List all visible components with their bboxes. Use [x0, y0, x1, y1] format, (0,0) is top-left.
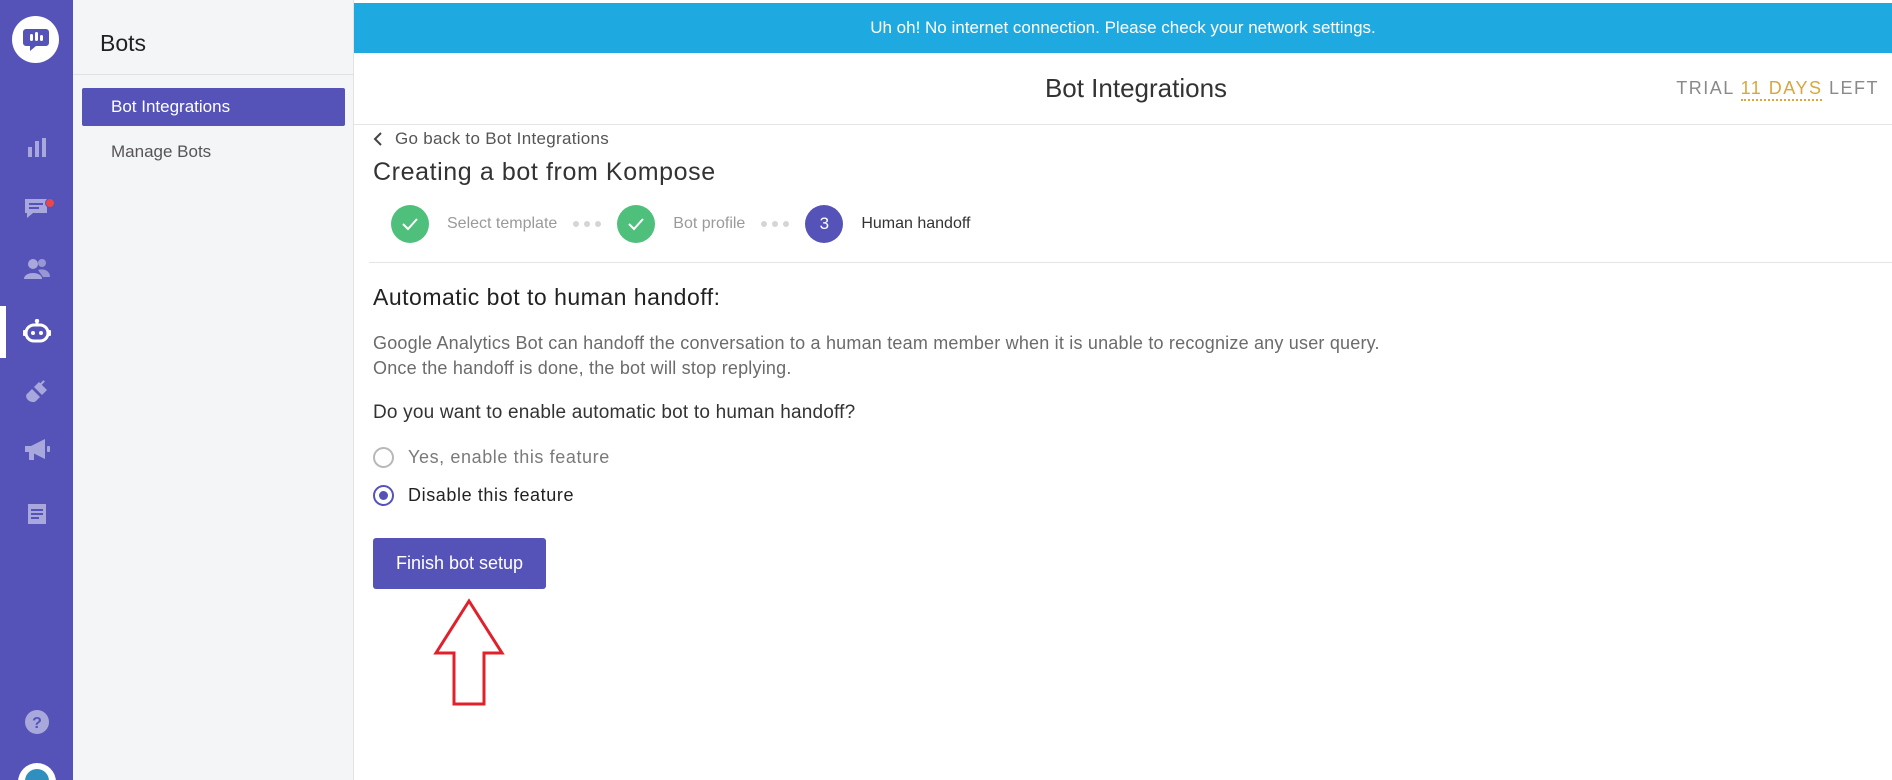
trial-suffix: LEFT — [1828, 78, 1879, 98]
offline-banner-text: Uh oh! No internet connection. Please ch… — [870, 18, 1376, 37]
chat-logo-icon[interactable] — [12, 16, 59, 63]
step-2-check-icon — [617, 205, 656, 243]
help-icon[interactable]: ? — [0, 696, 73, 748]
page-header: Bot Integrations TRIAL 11 DAYS LEFT — [354, 53, 1892, 125]
back-link-label: Go back to Bot Integrations — [395, 129, 610, 148]
sidebar-title: Bots — [100, 30, 147, 56]
handoff-question: Do you want to enable automatic bot to h… — [373, 402, 856, 423]
docs-icon[interactable] — [0, 488, 73, 540]
radio-enable[interactable] — [373, 447, 394, 468]
description-line-2: Once the handoff is done, the bot will s… — [373, 358, 792, 378]
campaigns-icon[interactable] — [0, 424, 73, 476]
conversations-icon[interactable] — [0, 182, 73, 234]
step-connector — [761, 221, 790, 227]
option-enable-label: Yes, enable this feature — [408, 447, 610, 467]
description-line-1: Google Analytics Bot can handoff the con… — [373, 333, 1380, 353]
finish-bot-setup-button[interactable]: Finish bot setup — [373, 538, 546, 589]
section-description: Google Analytics Bot can handoff the con… — [373, 331, 1380, 381]
step-3-label: Human handoff — [861, 215, 971, 232]
stepper-divider — [369, 262, 1892, 263]
offline-banner: Uh oh! No internet connection. Please ch… — [354, 3, 1892, 53]
avatar[interactable] — [18, 763, 56, 780]
step-connector — [573, 221, 602, 227]
icon-rail: ? — [0, 0, 73, 780]
option-enable[interactable]: Yes, enable this feature — [373, 447, 610, 468]
step-2-label: Bot profile — [673, 215, 746, 232]
users-icon[interactable] — [0, 243, 73, 295]
wizard-title: Creating a bot from Kompose — [373, 158, 716, 186]
trial-days: 11 DAYS — [1740, 78, 1823, 101]
bar-chart-icon[interactable] — [0, 122, 73, 174]
option-disable[interactable]: Disable this feature — [373, 485, 574, 506]
radio-disable[interactable] — [373, 485, 394, 506]
section-title: Automatic bot to human handoff: — [373, 284, 721, 310]
trial-prefix: TRIAL — [1676, 78, 1735, 98]
sidebar-divider — [73, 74, 354, 75]
sidebar-item-manage-bots[interactable]: Manage Bots — [82, 133, 345, 171]
secondary-sidebar: Bots Bot Integrations Manage Bots — [73, 0, 354, 780]
chevron-left-icon — [373, 132, 382, 146]
notification-badge — [45, 198, 55, 208]
bot-icon[interactable] — [0, 306, 73, 358]
svg-text:?: ? — [32, 715, 42, 732]
step-1-check-icon — [391, 205, 429, 243]
step-3-number: 3 — [805, 205, 844, 243]
annotation-arrow-up-icon — [433, 598, 505, 706]
option-disable-label: Disable this feature — [408, 485, 575, 505]
integrations-icon[interactable] — [0, 366, 73, 418]
step-1-label: Select template — [447, 215, 558, 232]
stepper: Select template Bot profile 3 Human hand… — [391, 205, 970, 243]
trial-indicator[interactable]: TRIAL 11 DAYS LEFT — [1676, 78, 1879, 101]
page-title: Bot Integrations — [1044, 73, 1228, 103]
back-link[interactable]: Go back to Bot Integrations — [373, 129, 609, 149]
sidebar-item-bot-integrations[interactable]: Bot Integrations — [82, 88, 345, 126]
